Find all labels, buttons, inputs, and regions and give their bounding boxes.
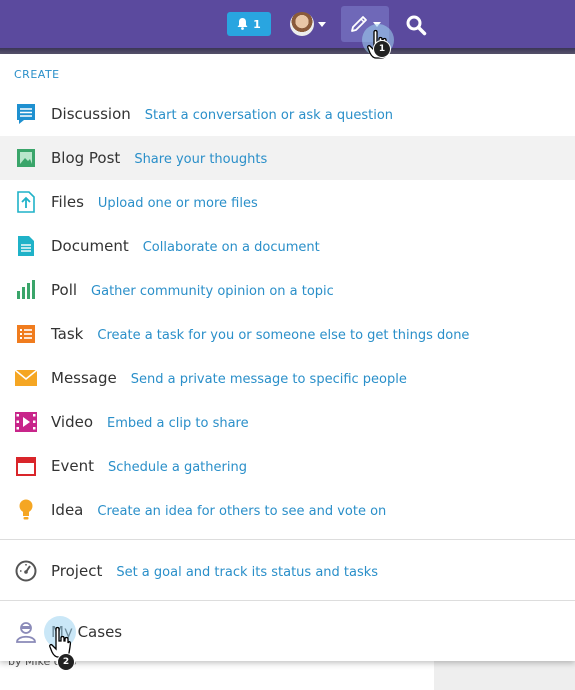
task-icon (14, 322, 38, 346)
menu-item-label: Blog Post (51, 149, 121, 167)
menu-item-desc: Set a goal and track its status and task… (116, 565, 379, 580)
menu-item-document[interactable]: Document Collaborate on a document (0, 224, 575, 268)
menu-item-my-cases[interactable]: My Cases (0, 610, 575, 654)
menu-item-desc: Start a conversation or ask a question (144, 108, 394, 123)
menu-item-task[interactable]: Task Create a task for you or someone els… (0, 312, 575, 356)
menu-item-project[interactable]: Project Set a goal and track its status a… (0, 549, 575, 593)
top-bar (0, 0, 575, 48)
hand-cursor-icon (42, 615, 84, 681)
menu-item-desc: Share your thoughts (134, 152, 268, 167)
discussion-icon (14, 102, 38, 126)
poll-icon (14, 278, 38, 302)
files-icon (14, 190, 38, 214)
search-button[interactable] (403, 12, 429, 38)
divider (0, 600, 575, 601)
avatar (290, 12, 314, 36)
menu-item-idea[interactable]: Idea Create an idea for others to see and… (0, 488, 575, 532)
menu-item-blog-post[interactable]: Blog Post Share your thoughts (0, 136, 575, 180)
menu-item-poll[interactable]: Poll Gather community opinion on a topic (0, 268, 575, 312)
message-icon (14, 366, 38, 390)
create-menu: CREATE Discussion Start a conversation or… (0, 54, 575, 661)
menu-item-desc: Send a private message to specific peopl… (130, 372, 407, 387)
menu-item-event[interactable]: Event Schedule a gathering (0, 444, 575, 488)
menu-item-discussion[interactable]: Discussion Start a conversation or ask a … (0, 92, 575, 136)
menu-item-desc: Create an idea for others to see and vot… (97, 504, 387, 519)
chevron-down-icon (318, 21, 326, 27)
menu-item-desc: Gather community opinion on a topic (91, 284, 334, 299)
notifications-button[interactable]: 1 (227, 12, 271, 36)
menu-item-label: Poll (51, 281, 78, 299)
menu-item-desc: Upload one or more files (97, 196, 258, 211)
user-menu[interactable] (290, 11, 326, 37)
bell-icon (237, 18, 248, 30)
step-badge-1: 1 (373, 40, 391, 58)
divider (0, 539, 575, 540)
blog-post-icon (14, 146, 38, 170)
document-icon (14, 234, 38, 258)
menu-item-label: Files (51, 193, 84, 211)
menu-item-label: Document (51, 237, 129, 255)
menu-item-video[interactable]: Video Embed a clip to share (0, 400, 575, 444)
calendar-icon (14, 454, 38, 478)
menu-item-files[interactable]: Files Upload one or more files (0, 180, 575, 224)
menu-header: CREATE (14, 68, 60, 81)
menu-item-label: Message (51, 369, 117, 387)
lightbulb-icon (14, 498, 38, 522)
search-icon (406, 15, 427, 36)
notification-count: 1 (253, 17, 261, 31)
menu-item-label: Idea (51, 501, 84, 519)
menu-item-desc: Embed a clip to share (107, 416, 249, 431)
menu-item-message[interactable]: Message Send a private message to specifi… (0, 356, 575, 400)
step-badge-2: 2 (57, 653, 75, 671)
cases-icon (14, 620, 38, 644)
menu-item-desc: Collaborate on a document (142, 240, 320, 255)
menu-item-desc: Schedule a gathering (107, 460, 247, 475)
gauge-icon (14, 559, 38, 583)
menu-item-label: Task (51, 325, 84, 343)
menu-item-label: Discussion (51, 105, 131, 123)
video-icon (14, 410, 38, 434)
menu-item-label: Project (51, 562, 103, 580)
menu-item-label: Event (51, 457, 94, 475)
menu-item-desc: Create a task for you or someone else to… (97, 328, 470, 343)
menu-item-label: Video (51, 413, 94, 431)
